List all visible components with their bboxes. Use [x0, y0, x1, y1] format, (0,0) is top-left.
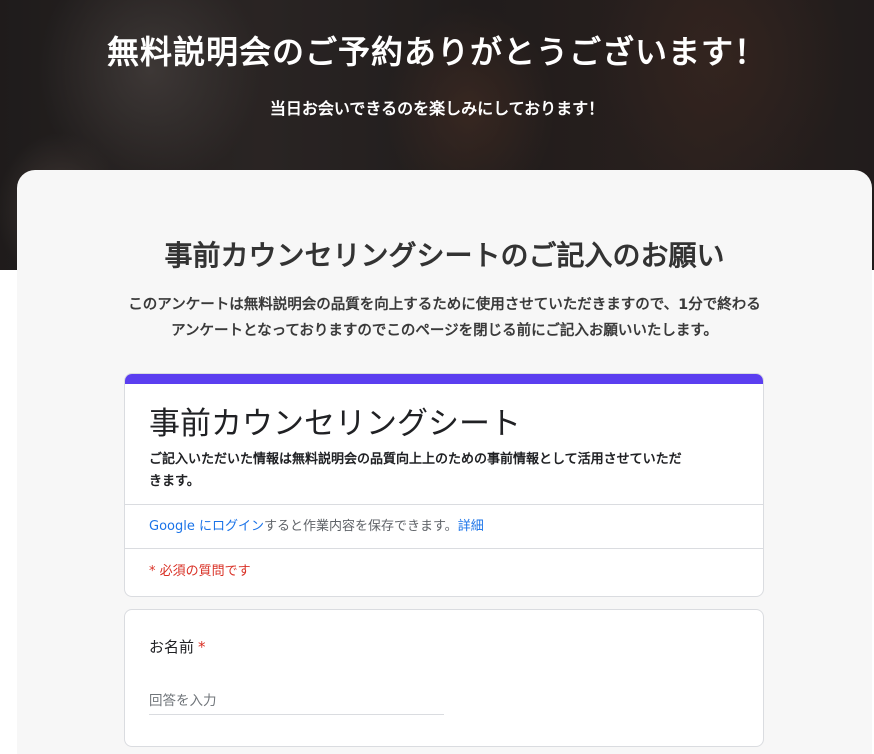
- card-description-line: アンケートとなっておりますのでこのページを閉じる前にご記入お願いいたします。: [171, 323, 718, 339]
- form-title: 事前カウンセリングシート: [149, 406, 521, 442]
- divider: [125, 548, 763, 549]
- question-label-text: お名前: [149, 638, 195, 656]
- hero-subtitle: 当日お会いできるのを楽しみにしております！: [269, 99, 605, 118]
- form-description: ご記入いただいた情報は無料説明会の品質向上上のための事前情報として活用させていた…: [149, 449, 749, 493]
- details-link[interactable]: 詳細: [458, 519, 484, 534]
- content-card: 事前カウンセリングシートのご記入のお願い このアンケートは無料説明会の品質を向上…: [17, 170, 872, 754]
- question-card-name: お名前 *: [124, 609, 764, 747]
- question-label: お名前 *: [149, 636, 206, 657]
- login-notice-text: すると作業内容を保存できます。: [263, 519, 458, 534]
- form-header-box: 事前カウンセリングシート ご記入いただいた情報は無料説明会の品質向上上のための事…: [124, 373, 764, 597]
- hero-title: 無料説明会のご予約ありがとうございます！: [106, 33, 767, 71]
- form-accent-bar: [125, 374, 763, 384]
- form-description-line: きます。: [149, 474, 200, 489]
- card-description: このアンケートは無料説明会の品質を向上するために使用させていただきますので、1分…: [77, 292, 812, 344]
- card-description-line: このアンケートは無料説明会の品質を向上するために使用させていただきますので、1分…: [128, 297, 761, 313]
- google-login-link[interactable]: Google にログイン: [149, 519, 264, 534]
- divider: [125, 504, 763, 505]
- name-answer-input[interactable]: [149, 687, 444, 715]
- form-description-line: ご記入いただいた情報は無料説明会の品質向上上のための事前情報として活用させていた…: [149, 452, 682, 467]
- login-notice: Google にログインすると作業内容を保存できます。詳細: [149, 515, 484, 534]
- required-note: * 必須の質問です: [149, 564, 251, 579]
- card-heading: 事前カウンセリングシートのご記入のお願い: [164, 239, 725, 272]
- required-asterisk: *: [198, 638, 206, 656]
